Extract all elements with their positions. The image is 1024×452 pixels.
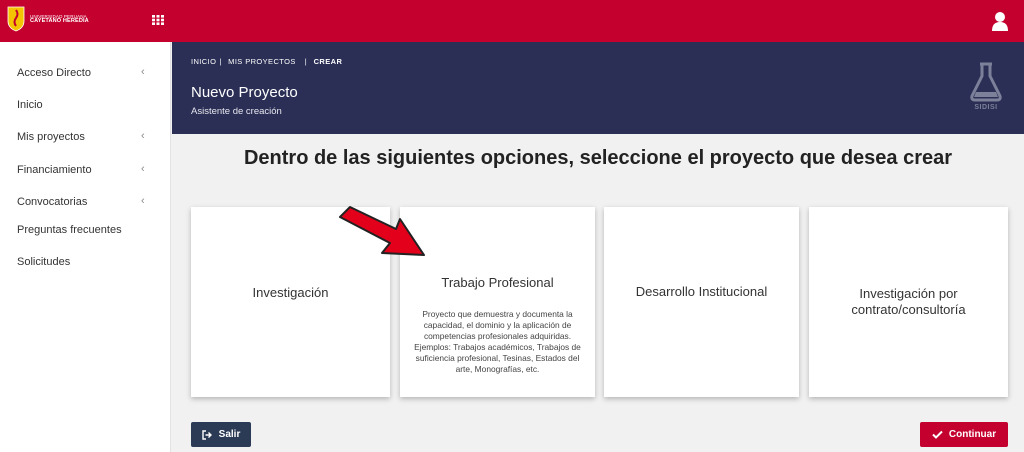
sidebar-item-acceso-directo[interactable]: Acceso Directo ‹ — [0, 62, 170, 86]
sign-out-icon — [201, 429, 212, 440]
university-logo[interactable]: UNIVERSIDAD PERUANA CAYETANO HEREDIA — [7, 6, 89, 32]
selection-heading: Dentro de las siguientes opciones, selec… — [243, 147, 953, 169]
exit-button-label: Salir — [218, 429, 241, 440]
chevron-left-icon: ‹ — [141, 66, 145, 78]
card-trabajo-profesional[interactable]: Trabajo Profesional Proyecto que demuest… — [400, 207, 595, 397]
breadcrumb-mis-proyectos[interactable]: MIS PROYECTOS — [228, 57, 296, 66]
sidebar-item-label: Inicio — [17, 99, 43, 111]
top-bar: UNIVERSIDAD PERUANA CAYETANO HEREDIA — [0, 0, 1024, 42]
user-icon[interactable] — [990, 10, 1010, 32]
grid-icon[interactable] — [151, 13, 165, 27]
sidebar-item-label: Solicitudes — [17, 256, 71, 268]
chevron-left-icon: ‹ — [141, 163, 145, 175]
page-subtitle: Asistente de creación — [191, 106, 282, 117]
chevron-left-icon: ‹ — [141, 130, 145, 142]
card-title: Desarrollo Institucional — [635, 284, 768, 299]
card-title: Investigación por contrato/consultoría — [851, 286, 966, 317]
sidebar-item-label: Mis proyectos — [17, 131, 85, 143]
breadcrumb-inicio[interactable]: INICIO — [191, 57, 216, 66]
sidebar-item-inicio[interactable]: Inicio — [0, 94, 170, 118]
card-title: Trabajo Profesional — [441, 275, 554, 290]
flask-icon — [970, 62, 1002, 102]
sidebar: Acceso Directo ‹ Inicio Mis proyectos ‹ … — [0, 42, 171, 452]
check-icon — [932, 430, 943, 439]
card-investigacion-contrato[interactable]: Investigación por contrato/consultoría — [809, 207, 1008, 397]
sidebar-item-label: Preguntas frecuentes — [17, 224, 122, 236]
logo-line-2: CAYETANO HEREDIA — [30, 18, 89, 24]
sidebar-item-preguntas-frecuentes[interactable]: Preguntas frecuentes — [0, 219, 170, 243]
exit-button[interactable]: Salir — [191, 422, 251, 447]
card-title: Investigación — [252, 285, 329, 300]
sidebar-item-solicitudes[interactable]: Solicitudes — [0, 251, 170, 275]
sidebar-item-mis-proyectos[interactable]: Mis proyectos ‹ — [0, 126, 170, 150]
sidebar-item-label: Convocatorias — [17, 196, 88, 208]
annotation-arrow-icon — [339, 206, 425, 256]
sidisi-badge: SIDISI — [969, 62, 1003, 116]
page-title: Nuevo Proyecto — [191, 84, 298, 101]
sidisi-label: SIDISI — [974, 104, 998, 111]
continue-button-label: Continuar — [948, 429, 997, 440]
breadcrumb: INICIO | MIS PROYECTOS | CREAR — [191, 57, 343, 66]
card-description: Proyecto que demuestra y documenta la ca… — [414, 309, 581, 374]
sidebar-item-financiamiento[interactable]: Financiamiento ‹ — [0, 159, 170, 183]
continue-button[interactable]: Continuar — [920, 422, 1008, 447]
sidebar-item-label: Financiamiento — [17, 164, 92, 176]
crest-icon — [7, 6, 25, 32]
page-header: INICIO | MIS PROYECTOS | CREAR Nuevo Proye… — [172, 42, 1024, 134]
chevron-left-icon: ‹ — [141, 195, 145, 207]
card-desarrollo-institucional[interactable]: Desarrollo Institucional — [604, 207, 799, 397]
breadcrumb-crear: CREAR — [313, 57, 343, 66]
sidebar-item-label: Acceso Directo — [17, 67, 91, 79]
sidebar-item-convocatorias[interactable]: Convocatorias ‹ — [0, 191, 170, 215]
